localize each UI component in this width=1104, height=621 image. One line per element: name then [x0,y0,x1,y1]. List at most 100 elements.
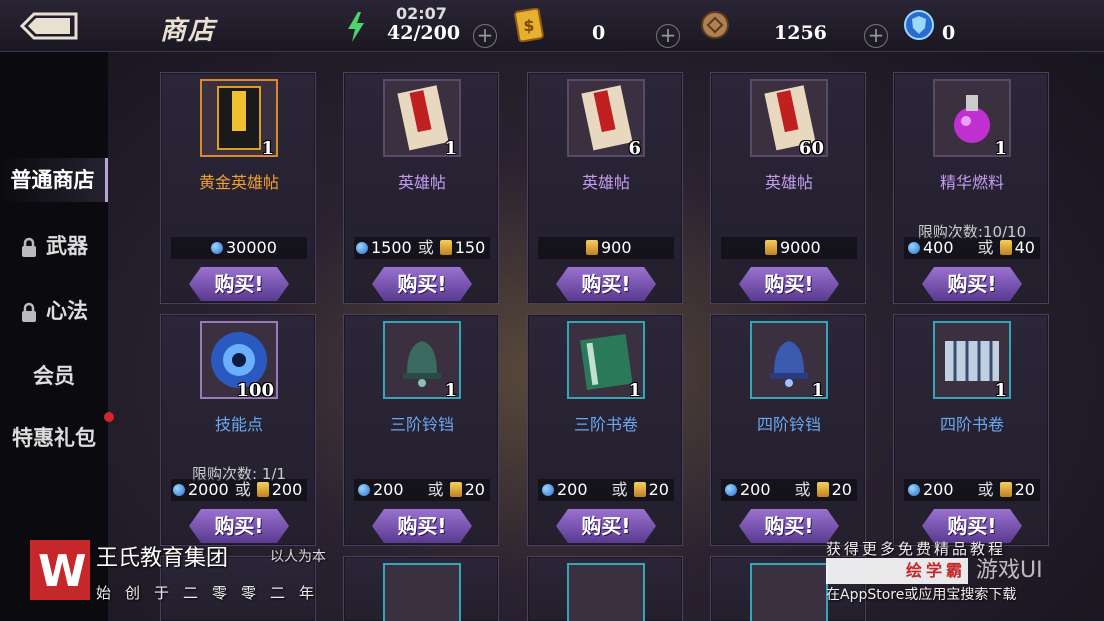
sidebar-item-label: 武器 [46,234,88,258]
gold-ticket-icon [256,482,269,497]
bell-icon: 1 [750,321,828,401]
gem-icon [908,242,920,254]
sidebar-item-weapons[interactable]: 武器 [0,224,108,268]
add-coin-button[interactable]: + [864,24,888,48]
watermark-promo-bottom: 在AppStore或应用宝搜索下载 [826,587,1017,603]
shop-item-card[interactable]: 6 英雄帖 900 购买! [527,72,683,304]
gold-count: 0 [592,22,606,44]
gem-icon [542,484,554,496]
bell-icon [567,563,645,621]
gold-ticket-icon [633,482,646,497]
gem-price: 200 [557,480,588,499]
price-row: 900 [538,237,674,259]
sidebar-item-label: 心法 [46,299,88,323]
gold-price: 20 [464,480,485,499]
gold-price: 40 [1014,238,1035,257]
stamina-value: 42/200 [387,22,461,44]
item-name: 技能点 [214,415,263,434]
item-name: 英雄帖 [764,173,813,192]
buy-button[interactable]: 购买! [372,267,472,301]
shop-item-card[interactable]: 100 技能点 限购次数: 1/1 2000 或 200 购买! [160,314,316,546]
item-name: 英雄帖 [581,173,630,192]
watermark-brand-game: 游戏UI [976,558,1043,583]
price-row: 400 或 40 [904,237,1040,259]
bell-icon: 1 [383,321,461,401]
watermark-brand: 绘学霸 游戏UI [826,558,1074,584]
watermark-logo-letter: W [38,546,87,597]
price-row: 200 或 20 [538,479,674,501]
price-row: 200 或 20 [904,479,1040,501]
buy-button[interactable]: 购买! [739,267,839,301]
gold-ticket-icon [816,482,829,497]
scroll-book-icon [383,563,461,621]
buy-button[interactable]: 购买! [556,267,656,301]
shield-gem-icon [904,10,934,40]
add-stamina-button[interactable]: + [473,24,497,48]
shop-item-card[interactable]: 60 英雄帖 9000 购买! [710,72,866,304]
gold-price: 150 [454,238,486,257]
top-bar: 商店 02:07 42/200 + $ 0 + 1256 + 0 [0,0,1104,52]
item-name: 三阶铃铛 [389,415,454,434]
buy-button[interactable]: 购买! [372,509,472,543]
gold-ticket-icon [449,482,462,497]
item-quantity: 1 [994,138,1007,159]
lightning-icon [348,12,364,42]
svg-text:$: $ [523,16,534,35]
or-label: 或 [427,480,444,499]
shop-item-card[interactable] [343,556,499,621]
shop-item-card[interactable] [527,556,683,621]
gem-price: 400 [923,238,954,257]
gem-price: 30000 [226,238,277,257]
item-quantity: 1 [444,138,457,159]
sidebar-item-label: 特惠礼包 [12,426,96,450]
gold-ticket-icon [439,240,452,255]
gold-ticket-icon [999,240,1012,255]
shop-item-card[interactable]: 1 三阶书卷 200 或 20 购买! [527,314,683,546]
shop-item-card[interactable]: 1 三阶铃铛 200 或 20 购买! [343,314,499,546]
gem-price: 2000 [188,480,229,499]
lock-icon [22,237,36,257]
price-row: 200 或 20 [721,479,857,501]
price-row: 200 或 20 [354,479,490,501]
or-label: 或 [234,480,251,499]
item-name: 四阶书卷 [939,415,1004,434]
shop-item-card[interactable]: 1 英雄帖 1500 或 150 购买! [343,72,499,304]
gem-count: 0 [942,22,956,44]
buy-button[interactable]: 购买! [922,267,1022,301]
buy-button[interactable]: 购买! [739,509,839,543]
buy-button[interactable]: 购买! [189,509,289,543]
gold-price: 200 [271,480,303,499]
watermark-promo-top: 获得更多免费精品教程 [826,540,1007,558]
sidebar-item-general-shop[interactable]: 普通商店 [0,158,108,202]
or-label: 或 [417,238,434,257]
copper-coin-icon [701,11,729,39]
or-label: 或 [977,238,994,257]
sidebar-item-membership[interactable]: 会员 [0,354,108,398]
add-gold-button[interactable]: + [656,24,680,48]
shop-item-card[interactable]: 1 精华燃料 限购次数:10/10 400 或 40 购买! [893,72,1049,304]
shop-item-card[interactable]: 1 黄金英雄帖 30000 购买! [160,72,316,304]
sidebar-item-mind-arts[interactable]: 心法 [0,289,108,333]
gem-icon [358,484,370,496]
watermark-since: 始创于二零零二年 [96,584,329,602]
gem-price: 200 [740,480,771,499]
buy-button[interactable]: 购买! [556,509,656,543]
shop-item-card[interactable]: 1 四阶铃铛 200 或 20 购买! [710,314,866,546]
price-row: 9000 [721,237,857,259]
item-quantity: 1 [261,138,274,159]
sidebar: 普通商店 武器 心法 会员 特惠礼包 [0,52,114,621]
gem-price: 200 [923,480,954,499]
sidebar-item-label: 会员 [33,364,75,388]
scroll-book-icon: 1 [933,321,1011,401]
buy-button[interactable]: 购买! [189,267,289,301]
gem-price: 200 [373,480,404,499]
price-row: 2000 或 200 [171,479,307,501]
stamina-timer: 02:07 [396,4,447,23]
gold-ticket-icon: $ [514,8,544,42]
back-arrow-icon[interactable] [18,10,80,42]
shop-item-card[interactable]: 1 四阶书卷 200 或 20 购买! [893,314,1049,546]
price-row: 30000 [171,237,307,259]
sidebar-item-special-packs[interactable]: 特惠礼包 [0,416,108,460]
or-label: 或 [611,480,628,499]
potion-icon: 1 [933,79,1011,159]
